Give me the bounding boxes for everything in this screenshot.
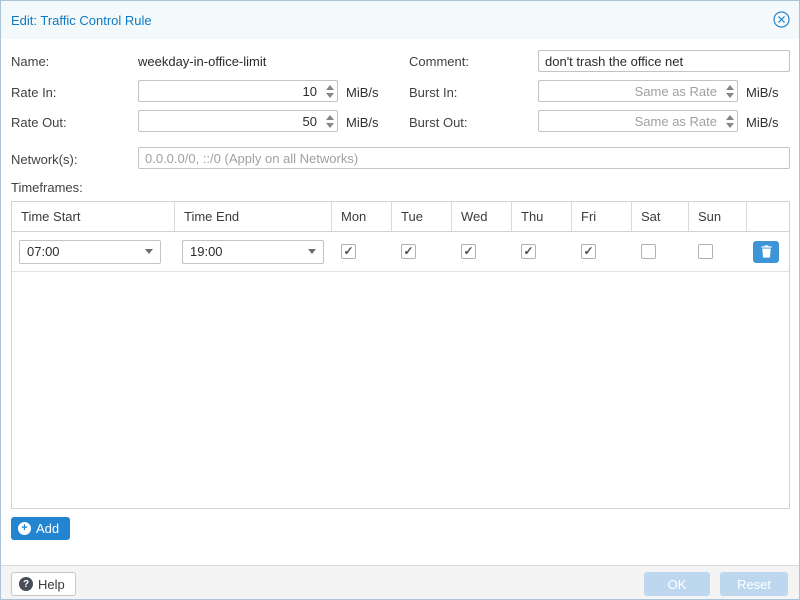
spinner-up-icon[interactable] bbox=[726, 115, 734, 120]
col-mon[interactable]: Mon bbox=[332, 202, 392, 231]
rate-in-label: Rate In: bbox=[11, 85, 57, 100]
rate-in-unit: MiB/s bbox=[346, 85, 379, 100]
rate-in-value: 10 bbox=[139, 81, 322, 101]
burst-in-label: Burst In: bbox=[409, 85, 457, 100]
spinner-down-icon[interactable] bbox=[326, 123, 334, 128]
burst-out-spinner[interactable] bbox=[722, 111, 737, 131]
comment-label: Comment: bbox=[409, 54, 469, 69]
checkbox-tue[interactable] bbox=[401, 244, 416, 259]
plus-circle-icon bbox=[18, 522, 31, 535]
networks-label: Network(s): bbox=[11, 152, 77, 167]
rate-out-label: Rate Out: bbox=[11, 115, 67, 130]
checkbox-wed[interactable] bbox=[461, 244, 476, 259]
chevron-down-icon bbox=[145, 249, 153, 254]
checkbox-fri[interactable] bbox=[581, 244, 596, 259]
window-title: Edit: Traffic Control Rule bbox=[11, 13, 152, 28]
spinner-down-icon[interactable] bbox=[326, 93, 334, 98]
comment-input[interactable] bbox=[538, 50, 790, 72]
rate-in-input[interactable]: 10 bbox=[138, 80, 338, 102]
rate-in-spinner[interactable] bbox=[322, 81, 337, 101]
close-icon[interactable] bbox=[773, 11, 790, 28]
help-button-label: Help bbox=[38, 577, 65, 592]
burst-out-input[interactable]: Same as Rate bbox=[538, 110, 738, 132]
time-start-select[interactable]: 07:00 bbox=[19, 240, 161, 264]
timeframes-grid: Time Start Time End Mon Tue Wed Thu Fri … bbox=[11, 201, 790, 509]
col-thu[interactable]: Thu bbox=[512, 202, 572, 231]
col-sat[interactable]: Sat bbox=[632, 202, 689, 231]
name-label: Name: bbox=[11, 54, 49, 69]
reset-button[interactable]: Reset bbox=[720, 572, 788, 596]
spinner-up-icon[interactable] bbox=[326, 115, 334, 120]
rate-out-spinner[interactable] bbox=[322, 111, 337, 131]
time-end-select[interactable]: 19:00 bbox=[182, 240, 324, 264]
spinner-down-icon[interactable] bbox=[726, 123, 734, 128]
checkbox-thu[interactable] bbox=[521, 244, 536, 259]
burst-out-label: Burst Out: bbox=[409, 115, 468, 130]
footer-bar: Help OK Reset bbox=[1, 565, 799, 600]
timeframe-row: 07:00 19:00 bbox=[12, 232, 789, 272]
burst-out-unit: MiB/s bbox=[746, 115, 779, 130]
time-end-value: 19:00 bbox=[190, 244, 223, 259]
col-actions bbox=[747, 202, 789, 231]
burst-in-input[interactable]: Same as Rate bbox=[538, 80, 738, 102]
name-value: weekday-in-office-limit bbox=[138, 54, 266, 69]
add-timeframe-button[interactable]: Add bbox=[11, 517, 70, 540]
chevron-down-icon bbox=[308, 249, 316, 254]
col-fri[interactable]: Fri bbox=[572, 202, 632, 231]
spinner-up-icon[interactable] bbox=[326, 85, 334, 90]
col-time-start[interactable]: Time Start bbox=[12, 202, 175, 231]
rate-out-value: 50 bbox=[139, 111, 322, 131]
spinner-up-icon[interactable] bbox=[726, 85, 734, 90]
checkbox-sat[interactable] bbox=[641, 244, 656, 259]
trash-icon bbox=[761, 245, 772, 258]
checkbox-mon[interactable] bbox=[341, 244, 356, 259]
rate-out-input[interactable]: 50 bbox=[138, 110, 338, 132]
col-tue[interactable]: Tue bbox=[392, 202, 452, 231]
edit-traffic-control-rule-window: Edit: Traffic Control Rule Name: weekday… bbox=[0, 0, 800, 600]
time-start-value: 07:00 bbox=[27, 244, 60, 259]
networks-input[interactable] bbox=[138, 147, 790, 169]
col-time-end[interactable]: Time End bbox=[175, 202, 332, 231]
burst-out-placeholder: Same as Rate bbox=[539, 111, 722, 131]
help-button[interactable]: Help bbox=[11, 572, 76, 596]
spinner-down-icon[interactable] bbox=[726, 93, 734, 98]
grid-header: Time Start Time End Mon Tue Wed Thu Fri … bbox=[12, 202, 789, 232]
col-wed[interactable]: Wed bbox=[452, 202, 512, 231]
ok-button[interactable]: OK bbox=[644, 572, 710, 596]
rate-out-unit: MiB/s bbox=[346, 115, 379, 130]
burst-in-placeholder: Same as Rate bbox=[539, 81, 722, 101]
delete-row-button[interactable] bbox=[753, 241, 779, 263]
burst-in-spinner[interactable] bbox=[722, 81, 737, 101]
burst-in-unit: MiB/s bbox=[746, 85, 779, 100]
question-circle-icon bbox=[19, 577, 33, 591]
titlebar[interactable]: Edit: Traffic Control Rule bbox=[1, 1, 799, 39]
timeframes-label: Timeframes: bbox=[11, 180, 83, 195]
col-sun[interactable]: Sun bbox=[689, 202, 747, 231]
checkbox-sun[interactable] bbox=[698, 244, 713, 259]
add-button-label: Add bbox=[36, 521, 59, 536]
